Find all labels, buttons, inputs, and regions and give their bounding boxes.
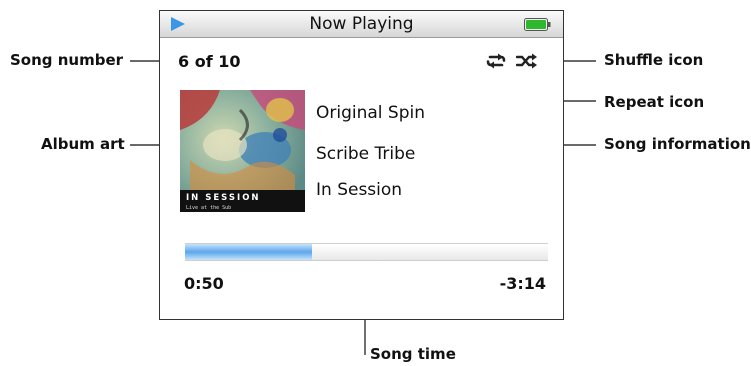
title-bar: Now Playing	[160, 11, 563, 38]
repeat-icon	[486, 53, 506, 69]
shuffle-icon	[516, 53, 537, 69]
song-number-callout: Song number	[10, 51, 124, 69]
artist-name: Scribe Tribe	[316, 144, 416, 164]
time-remaining: -3:14	[499, 274, 546, 293]
album-art-subtitle: Live at the Sub	[186, 205, 231, 211]
album-name: In Session	[316, 180, 403, 200]
song-title: Original Spin	[316, 103, 426, 123]
album-art: IN SESSION Live at the Sub	[180, 90, 305, 212]
screen-title: Now Playing	[309, 14, 414, 34]
song-time-callout: Song time	[370, 345, 456, 363]
time-elapsed: 0:50	[184, 274, 224, 293]
progress-fill	[185, 244, 313, 260]
ipod-screen: Now Playing 6 of 10 IN SESSION Live at t…	[159, 10, 564, 320]
battery-icon	[524, 18, 551, 31]
song-number: 6 of 10	[178, 52, 241, 71]
song-information-callout: Song information	[604, 135, 751, 153]
repeat-icon-callout: Repeat icon	[604, 93, 705, 111]
shuffle-icon-callout: Shuffle icon	[604, 51, 704, 69]
progress-bar	[185, 243, 548, 261]
album-art-title: IN SESSION	[186, 193, 261, 203]
album-art-callout: Album art	[41, 135, 125, 153]
